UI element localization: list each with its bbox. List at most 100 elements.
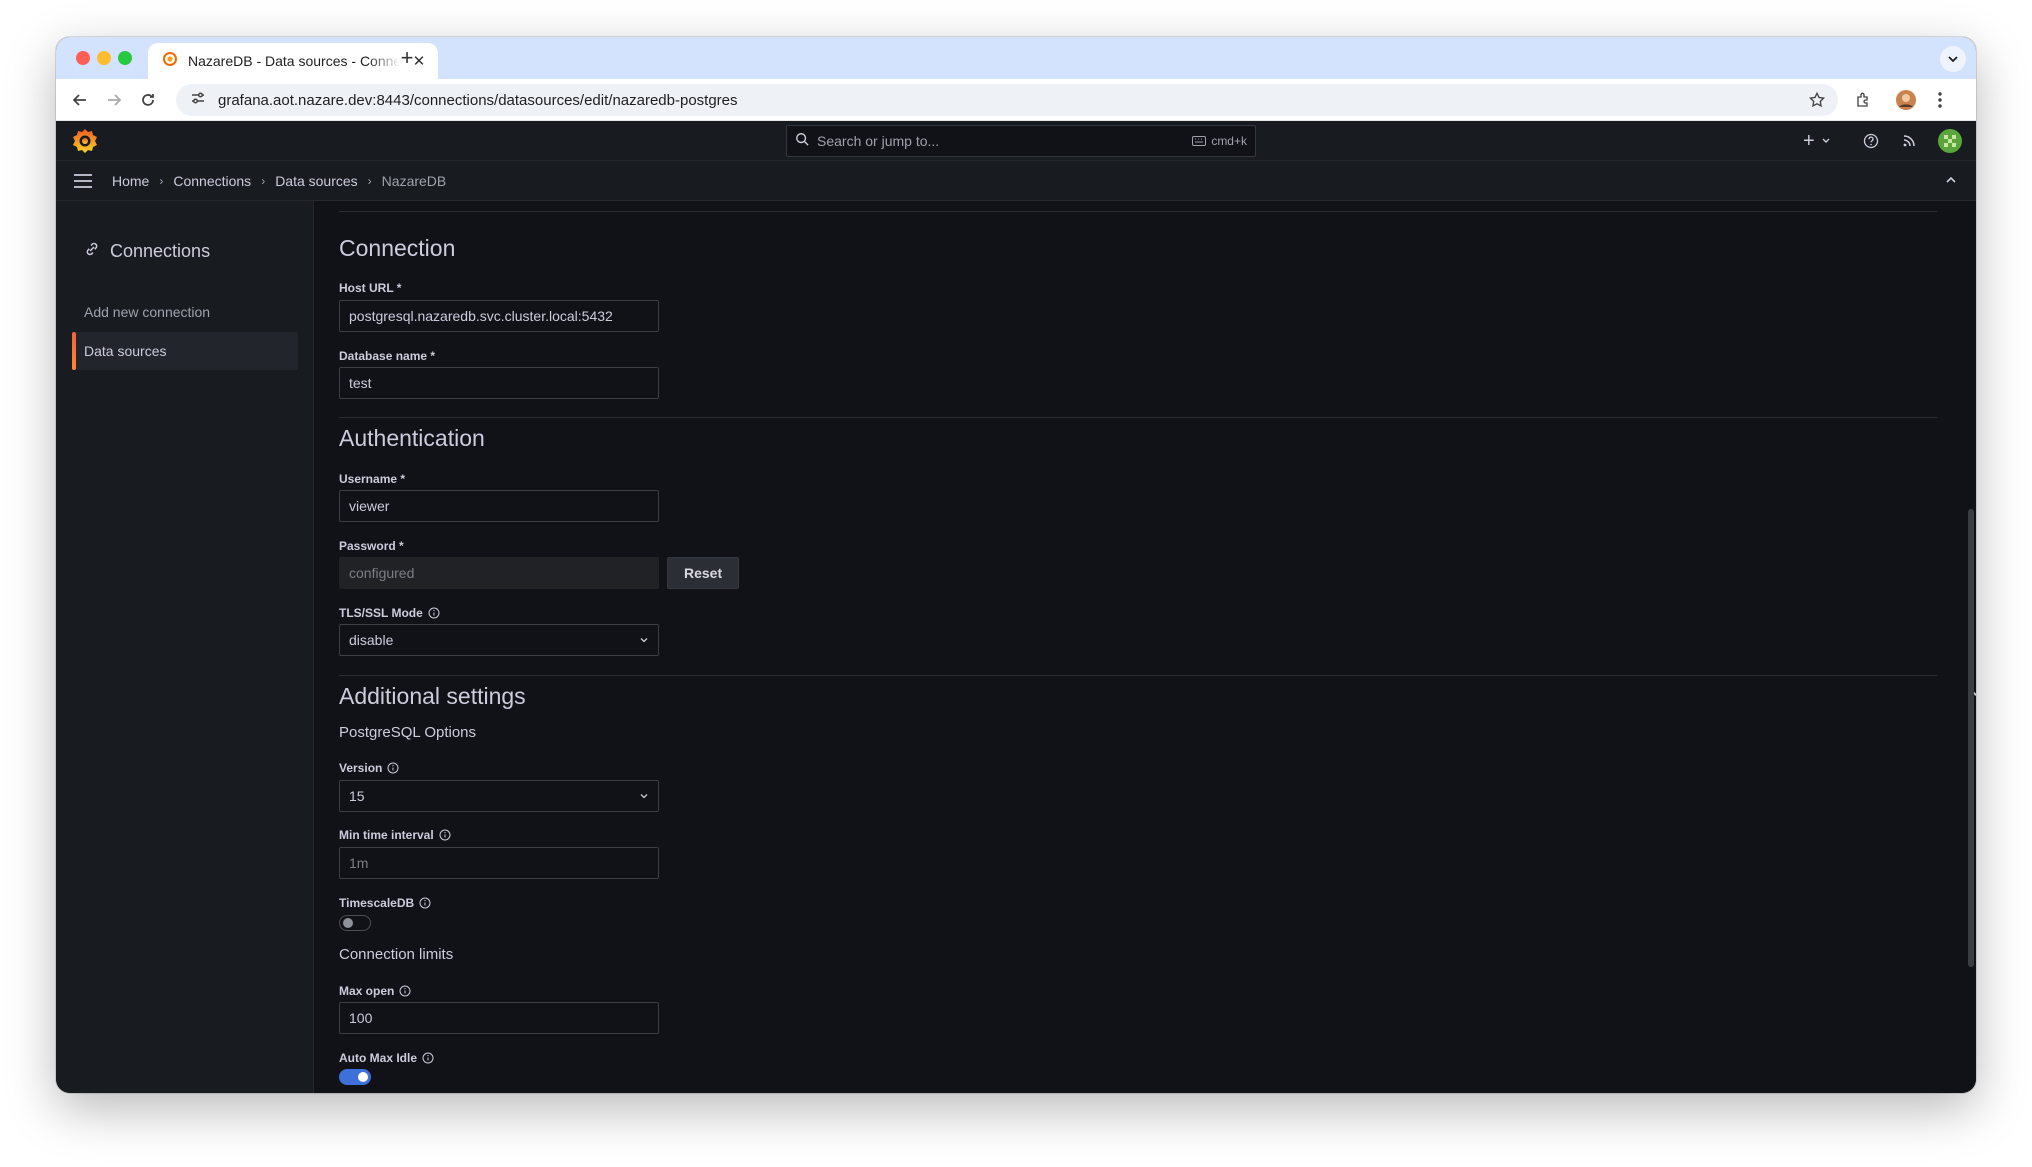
browser-toolbar: grafana.aot.nazare.dev:8443/connections/… <box>56 79 1976 121</box>
version-select[interactable]: 15 <box>339 780 659 812</box>
help-button[interactable] <box>1863 129 1879 153</box>
reload-icon <box>142 94 154 106</box>
postgresql-options-heading: PostgreSQL Options <box>339 724 477 741</box>
version-label: Version <box>339 761 399 775</box>
breadcrumb: Home › Connections › Data sources › Naza… <box>112 161 446 201</box>
new-tab-button[interactable]: + <box>392 45 422 73</box>
connection-limits-heading: Connection limits <box>339 946 454 963</box>
news-feed-button[interactable] <box>1901 129 1917 153</box>
tab-search-button[interactable] <box>1940 46 1966 72</box>
sidebar-title-text: Connections <box>110 241 211 261</box>
sidebar-item-data-sources[interactable]: Data sources <box>72 332 298 370</box>
database-name-label: Database name * <box>339 349 436 363</box>
database-name-input[interactable] <box>339 367 659 399</box>
additional-settings-heading: Additional settings <box>339 683 526 709</box>
toggle-knob <box>358 1072 368 1082</box>
user-avatar[interactable] <box>1938 129 1962 153</box>
search-icon <box>795 132 809 151</box>
search-bar[interactable]: Search or jump to... cmd+k <box>786 125 1256 157</box>
breadcrumb-home[interactable]: Home <box>112 173 149 189</box>
version-value: 15 <box>349 788 365 804</box>
timescaledb-toggle[interactable] <box>339 915 371 931</box>
min-time-interval-input[interactable] <box>339 847 659 879</box>
breadcrumb-current: NazareDB <box>381 173 447 189</box>
help-icon <box>1863 133 1879 149</box>
breadcrumb-separator: › <box>261 174 266 188</box>
timescaledb-label-text: TimescaleDB <box>339 896 415 910</box>
sidebar-item-add-new-connection[interactable]: Add new connection <box>72 293 298 331</box>
address-bar[interactable]: grafana.aot.nazare.dev:8443/connections/… <box>176 84 1838 116</box>
auto-max-idle-label: Auto Max Idle <box>339 1051 434 1065</box>
info-icon[interactable] <box>419 897 431 909</box>
grafana-logo-icon[interactable] <box>72 128 98 154</box>
breadcrumb-connections[interactable]: Connections <box>173 173 251 189</box>
reload-button[interactable] <box>136 88 160 112</box>
chevron-down-icon <box>640 794 648 799</box>
info-icon[interactable] <box>439 829 451 841</box>
breadcrumb-separator: › <box>159 174 164 188</box>
arrow-right-icon <box>108 94 122 106</box>
profile-avatar[interactable] <box>1894 88 1918 112</box>
host-url-input[interactable] <box>339 300 659 332</box>
auto-max-idle-label-text: Auto Max Idle <box>339 1051 418 1065</box>
section-divider <box>339 417 1937 418</box>
browser-menu-button[interactable] <box>1928 88 1952 112</box>
section-divider <box>339 211 1937 212</box>
chevron-down-icon <box>1948 56 1958 63</box>
tls-mode-label-text: TLS/SSL Mode <box>339 606 423 620</box>
menu-toggle-button[interactable] <box>72 171 94 191</box>
shortcut-text: cmd+k <box>1211 134 1247 148</box>
tls-mode-select[interactable]: disable <box>339 624 659 656</box>
search-placeholder: Search or jump to... <box>817 133 940 149</box>
host-url-label: Host URL * <box>339 281 402 295</box>
browser-tab-strip: NazareDB - Data sources - Connections ✕ … <box>56 37 1976 79</box>
authentication-heading: Authentication <box>339 425 485 451</box>
info-icon[interactable] <box>428 607 440 619</box>
info-icon[interactable] <box>387 762 399 774</box>
tls-mode-label: TLS/SSL Mode <box>339 606 440 620</box>
plus-icon: + <box>1803 129 1815 152</box>
site-settings-icon[interactable] <box>190 90 206 111</box>
sidebar-title: Connections <box>84 241 210 262</box>
connections-sidebar: Connections Add new connection Data sour… <box>56 201 314 1093</box>
main-content: Connection Host URL * Database name * Au… <box>315 201 1976 1093</box>
hamburger-icon <box>74 174 92 188</box>
maximize-window-button[interactable] <box>118 51 132 65</box>
close-window-button[interactable] <box>76 51 90 65</box>
auto-max-idle-toggle[interactable] <box>339 1069 371 1085</box>
tls-mode-value: disable <box>349 632 394 648</box>
max-open-label-text: Max open <box>339 984 395 998</box>
connection-heading: Connection <box>339 235 456 261</box>
extensions-button[interactable] <box>1852 88 1876 112</box>
grafana-favicon-icon <box>162 51 178 72</box>
puzzle-icon <box>1857 92 1868 107</box>
url-text: grafana.aot.nazare.dev:8443/connections/… <box>218 91 738 109</box>
timescaledb-label: TimescaleDB <box>339 896 431 910</box>
username-label: Username * <box>339 472 406 486</box>
link-icon <box>84 241 100 262</box>
info-icon[interactable] <box>399 985 411 997</box>
back-button[interactable] <box>68 88 92 112</box>
browser-window: NazareDB - Data sources - Connections ✕ … <box>56 37 1976 1093</box>
breadcrumb-bar: Home › Connections › Data sources › Naza… <box>56 161 1976 201</box>
keyboard-icon <box>1192 136 1207 146</box>
max-open-input[interactable] <box>339 1002 659 1034</box>
forward-button[interactable] <box>102 88 126 112</box>
page-scrollbar[interactable] <box>1968 509 1974 967</box>
chevron-down-icon <box>1822 138 1830 143</box>
username-input[interactable] <box>339 490 659 522</box>
bookmark-star-icon[interactable] <box>1808 91 1826 114</box>
password-reset-button[interactable]: Reset <box>667 557 740 589</box>
chevron-down-icon <box>640 638 648 643</box>
add-new-button[interactable]: + <box>1803 129 1831 153</box>
rss-icon <box>1903 135 1915 147</box>
section-divider <box>339 675 1937 676</box>
info-icon[interactable] <box>422 1052 434 1064</box>
version-label-text: Version <box>339 761 383 775</box>
chevron-up-icon <box>1946 176 1956 183</box>
collapse-header-button[interactable] <box>1944 173 1958 192</box>
breadcrumb-data-sources[interactable]: Data sources <box>275 173 357 189</box>
minimize-window-button[interactable] <box>97 51 111 65</box>
toggle-knob <box>343 918 353 928</box>
arrow-left-icon <box>72 94 86 106</box>
